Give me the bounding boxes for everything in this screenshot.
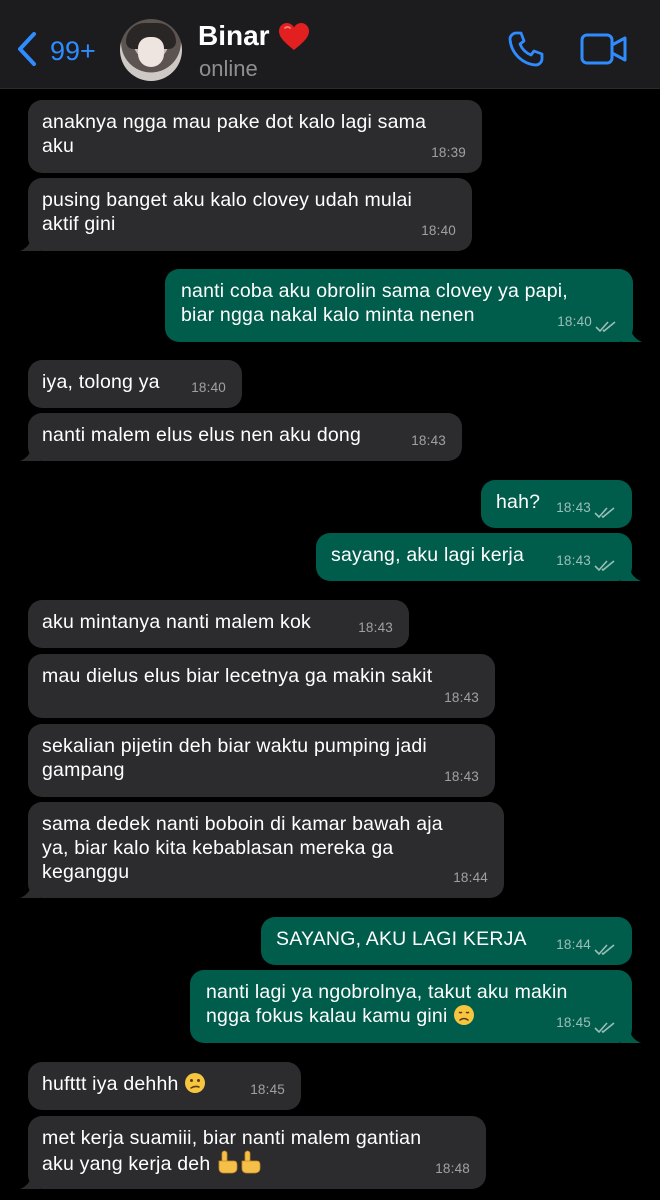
video-call-button[interactable]	[580, 32, 628, 71]
message-text: hufttt iya dehhh	[42, 1072, 206, 1100]
double-check-icon	[594, 944, 615, 956]
contact-name[interactable]: Binar	[198, 20, 270, 52]
message-text: nanti malem elus elus nen aku dong	[42, 424, 361, 446]
message-bubble-incoming[interactable]: aku mintanya nanti malem kok 18:43	[28, 600, 409, 648]
message-time: 18:43	[556, 500, 591, 515]
message-text: anaknya ngga mau pake dot kalo lagi sama…	[42, 111, 427, 157]
unread-count-badge[interactable]: 99+	[50, 36, 96, 67]
message-bubble-incoming[interactable]: nanti malem elus elus nen aku dong 18:43	[20, 413, 462, 461]
message-time: 18:43	[556, 553, 591, 568]
message-text-body: nanti lagi ya ngobrolnya, takut aku maki…	[206, 981, 568, 1027]
message-text: hah?	[496, 491, 541, 513]
message-bubble-incoming[interactable]: met kerja suamiii, biar nanti malem gant…	[20, 1116, 486, 1189]
voice-call-button[interactable]	[507, 30, 545, 73]
double-check-icon	[594, 507, 615, 519]
message-time: 18:45	[250, 1082, 285, 1097]
message-text: SAYANG, AKU LAGI KERJA	[276, 928, 527, 950]
message-bubble-incoming[interactable]: sama dedek nanti boboin di kamar bawah a…	[20, 802, 504, 898]
message-text: met kerja suamiii, biar nanti malem gant…	[42, 1126, 421, 1180]
message-bubble-incoming[interactable]: hufttt iya dehhh 18:45	[28, 1062, 301, 1110]
message-time: 18:40	[557, 314, 592, 329]
message-text: nanti coba aku obrolin sama clovey ya pa…	[181, 280, 568, 326]
bubble-tail	[622, 324, 642, 342]
message-time: 18:40	[421, 223, 456, 238]
message-bubble-incoming[interactable]: sekalian pijetin deh biar waktu pumping …	[28, 724, 495, 797]
message-time: 18:43	[444, 690, 479, 705]
heart-icon	[278, 22, 310, 57]
message-text: sayang, aku lagi kerja	[331, 544, 525, 566]
avatar-face	[138, 37, 164, 67]
double-check-icon	[594, 1022, 615, 1034]
bubble-tail	[20, 443, 40, 461]
chevron-left-icon	[18, 32, 36, 66]
message-bubble-incoming[interactable]: pusing banget aku kalo clovey udah mulai…	[20, 178, 472, 251]
message-time: 18:45	[556, 1015, 591, 1030]
confused-face-icon	[184, 1072, 206, 1100]
message-time: 18:40	[191, 380, 226, 395]
message-time: 18:44	[453, 870, 488, 885]
message-time: 18:43	[411, 433, 446, 448]
message-bubble-outgoing[interactable]: nanti lagi ya ngobrolnya, takut aku maki…	[190, 970, 641, 1043]
contact-status: online	[199, 56, 258, 81]
message-bubble-outgoing[interactable]: hah? 18:43	[481, 480, 632, 528]
message-bubble-incoming[interactable]: mau dielus elus biar lecetnya ga makin s…	[28, 654, 495, 718]
message-text: iya, tolong ya	[42, 371, 160, 393]
message-time: 18:43	[444, 769, 479, 784]
pointing-up-hands-icon	[216, 1150, 262, 1180]
disappointed-face-icon	[453, 1004, 475, 1032]
message-time: 18:43	[358, 620, 393, 635]
back-button[interactable]	[14, 30, 42, 68]
message-text: sama dedek nanti boboin di kamar bawah a…	[42, 813, 443, 883]
message-text-body: hufttt iya dehhh	[42, 1073, 179, 1095]
chat-header: 99+ Binar online	[0, 0, 660, 89]
message-text: pusing banget aku kalo clovey udah mulai…	[42, 189, 413, 235]
message-time: 18:48	[435, 1161, 470, 1176]
double-check-icon	[594, 560, 615, 572]
message-bubble-incoming[interactable]: anaknya ngga mau pake dot kalo lagi sama…	[28, 100, 482, 173]
message-time: 18:39	[431, 145, 466, 160]
message-text: sekalian pijetin deh biar waktu pumping …	[42, 735, 427, 781]
bubble-tail	[20, 880, 40, 898]
avatar[interactable]	[120, 19, 182, 81]
message-bubble-outgoing[interactable]: nanti coba aku obrolin sama clovey ya pa…	[165, 269, 642, 342]
message-bubble-outgoing[interactable]: sayang, aku lagi kerja 18:43	[316, 533, 641, 581]
message-time: 18:44	[556, 937, 591, 952]
bubble-tail	[20, 1171, 40, 1189]
bubble-tail	[621, 1025, 641, 1043]
video-camera-icon	[580, 33, 627, 65]
phone-icon	[508, 31, 544, 67]
message-text: mau dielus elus biar lecetnya ga makin s…	[42, 665, 433, 687]
double-check-icon	[595, 321, 616, 333]
message-bubble-outgoing[interactable]: SAYANG, AKU LAGI KERJA 18:44	[261, 917, 632, 965]
message-bubble-incoming[interactable]: iya, tolong ya 18:40	[28, 360, 242, 408]
message-text: nanti lagi ya ngobrolnya, takut aku maki…	[206, 980, 568, 1032]
message-text: aku mintanya nanti malem kok	[42, 611, 311, 633]
bubble-tail	[20, 233, 40, 251]
bubble-tail	[621, 563, 641, 581]
